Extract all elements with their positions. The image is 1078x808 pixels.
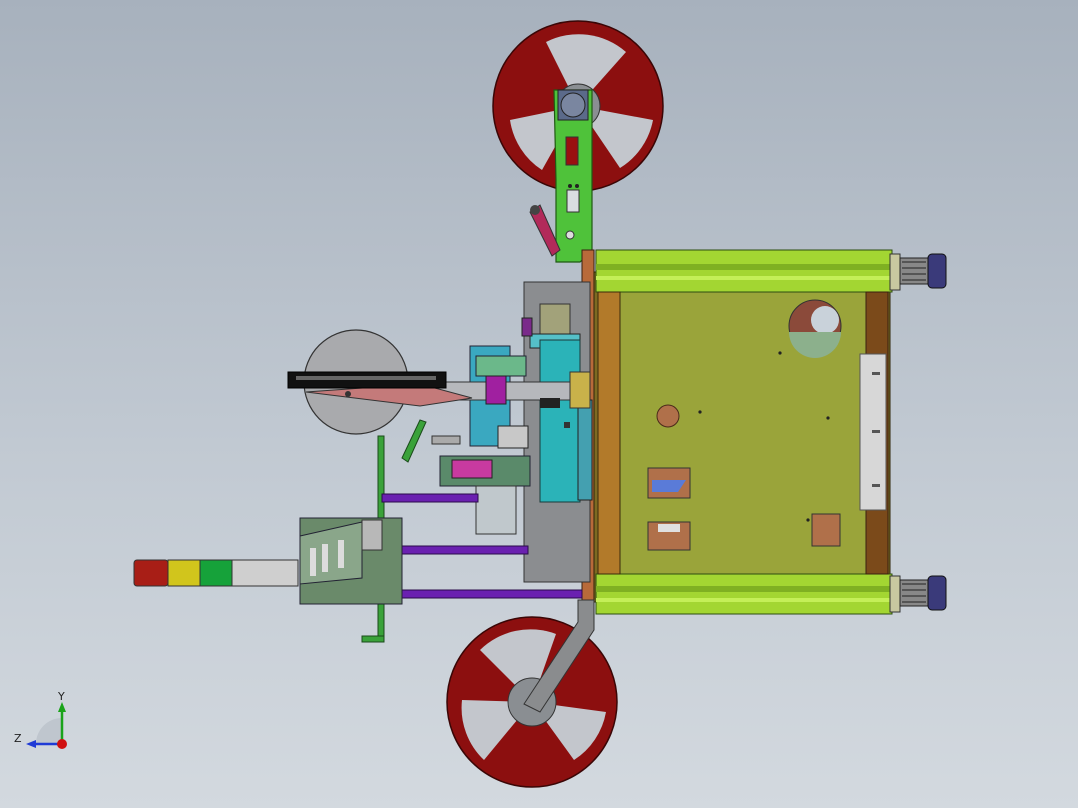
orientation-triad: Y Z	[14, 690, 67, 749]
z-axis-label: Z	[14, 732, 22, 745]
main-frame	[581, 249, 893, 615]
x-axis-dot	[57, 739, 67, 749]
y-axis-label: Y	[57, 690, 65, 703]
left-spool	[287, 329, 473, 435]
bottom-right-clamp	[889, 575, 947, 613]
tower-light	[133, 559, 299, 587]
cad-viewport: Y Z	[14, 20, 947, 788]
control-box	[299, 517, 403, 605]
center-mechanism	[431, 281, 593, 583]
top-right-clamp	[889, 253, 947, 291]
top-reel-arm	[553, 89, 593, 263]
